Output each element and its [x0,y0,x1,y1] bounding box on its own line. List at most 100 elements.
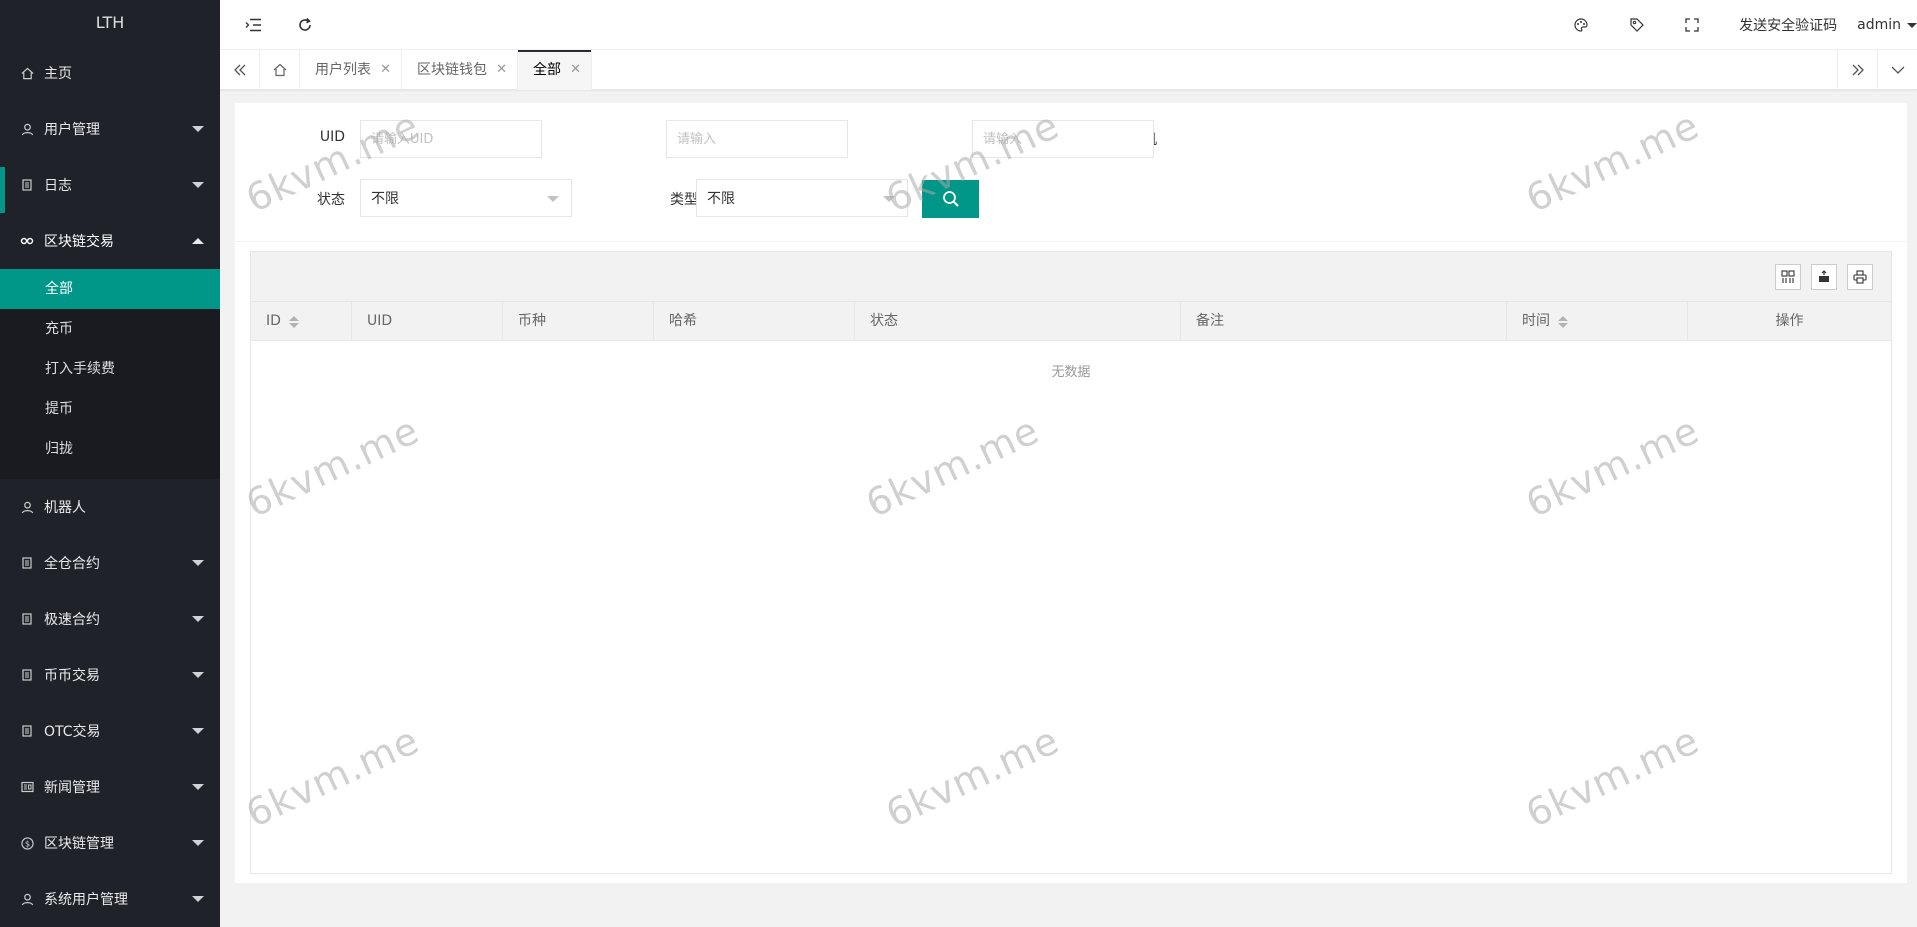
dollar-icon: $ [20,836,34,850]
search-button[interactable] [922,180,979,218]
status-select-value: 不限 [371,191,399,207]
close-icon[interactable]: ✕ [380,50,391,90]
column-header-uid: UID [352,302,503,341]
sidebar-item-cross-contract[interactable]: 全仓合约 [0,535,220,591]
column-header-status: 状态 [855,302,1181,341]
sidebar-item-label: 区块链管理 [44,836,114,852]
sidebar-item-logs[interactable]: 日志 [0,157,220,213]
tab-user-list[interactable]: 用户列表 ✕ [300,50,402,90]
svg-text:$: $ [24,838,29,848]
print-icon [1853,270,1867,284]
print-button[interactable] [1847,264,1873,290]
user-icon [20,122,34,136]
tab-label: 全部 [533,62,561,78]
chevron-down-icon [192,840,204,846]
refresh-button[interactable] [290,0,320,50]
theme-button[interactable] [1573,17,1589,33]
menu-fold-icon [245,18,261,32]
column-header-time[interactable]: 时间 [1507,302,1688,341]
sidebar-item-label: OTC交易 [44,724,101,740]
header-right: 发送安全验证码 admin [1553,0,1917,50]
sidebar-subitem-withdraw[interactable]: 提币 [0,389,220,429]
sidebar-item-otc-trade[interactable]: OTC交易 [0,703,220,759]
sidebar-item-label: 日志 [44,178,72,194]
document-icon [20,668,34,682]
sidebar-item-system-users[interactable]: 系统用户管理 [0,871,220,927]
sidebar-item-fast-contract[interactable]: 极速合约 [0,591,220,647]
sidebar-subitem-fee[interactable]: 打入手续费 [0,349,220,389]
sidebar-item-news[interactable]: 新闻管理 [0,759,220,815]
status-select[interactable]: 不限 [360,179,572,217]
double-chevron-left-icon [233,64,245,76]
link-icon [20,234,34,248]
sidebar-item-user-management[interactable]: 用户管理 [0,101,220,157]
type-select[interactable]: 不限 [696,179,908,217]
select-caret-icon [883,196,895,202]
sidebar-item-blockchain-trade[interactable]: 区块链交易 [0,213,220,269]
table-header: ID UID 币种 哈希 状态 备注 时间 操作 [251,302,1891,341]
sidebar-subitem-collect[interactable]: 归拢 [0,429,220,469]
news-icon [20,780,34,794]
uid-label: UID [319,129,345,145]
chevron-down-icon [192,560,204,566]
send-security-code-button[interactable]: 发送安全验证码 [1739,15,1837,35]
sidebar-item-spot-trade[interactable]: 币币交易 [0,647,220,703]
column-header-id[interactable]: ID [251,302,352,341]
tab-blockchain-wallet[interactable]: 区块链钱包 ✕ [402,50,518,90]
sort-icon[interactable] [1558,315,1568,328]
chevron-down-icon [192,728,204,734]
user-icon [20,892,34,906]
user-menu[interactable]: admin [1857,17,1917,33]
tab-label: 区块链钱包 [417,62,487,78]
sidebar-item-blockchain-management[interactable]: $ 区块链管理 [0,815,220,871]
refresh-icon [299,17,311,31]
email-input[interactable] [666,120,848,158]
sidebar-item-label: 机器人 [44,500,86,516]
uid-input[interactable] [360,120,542,158]
document-icon [20,556,34,570]
username: admin [1857,17,1901,33]
tab-all[interactable]: 全部 ✕ [518,50,592,90]
filter-form: UID 邮箱 手机 状态 不限 类型 不限 [235,103,1907,242]
sidebar-item-label: 新闻管理 [44,780,100,796]
column-header-currency: 币种 [503,302,654,341]
tag-icon [1630,18,1644,32]
fullscreen-icon [1685,18,1699,32]
data-table: ID UID 币种 哈希 状态 备注 时间 操作 无数据 [250,251,1892,874]
tab-scroll-right-button[interactable] [1837,50,1877,90]
chevron-down-icon [192,672,204,678]
chevron-down-icon [192,896,204,902]
close-icon[interactable]: ✕ [496,50,507,90]
columns-icon [1781,270,1795,283]
close-icon[interactable]: ✕ [570,50,581,90]
type-select-value: 不限 [707,191,735,207]
chevron-down-icon [1891,66,1904,74]
export-button[interactable] [1811,264,1837,290]
content-card: UID 邮箱 手机 状态 不限 类型 不限 [235,103,1907,883]
sidebar-item-label: 区块链交易 [44,234,114,250]
sidebar-item-label: 主页 [44,66,72,82]
document-icon [20,724,34,738]
status-label: 状态 [317,192,345,208]
sidebar-subitem-all[interactable]: 全部 [0,269,220,309]
sidebar-subitem-deposit[interactable]: 充币 [0,309,220,349]
tab-bar: 用户列表 ✕ 区块链钱包 ✕ 全部 ✕ [220,50,1917,90]
caret-down-icon [1907,22,1917,28]
column-filter-button[interactable] [1775,264,1801,290]
tab-menu-button[interactable] [1877,50,1917,90]
menu-toggle-button[interactable] [238,0,268,50]
chevron-down-icon [192,616,204,622]
sidebar-item-robot[interactable]: 机器人 [0,479,220,535]
phone-input[interactable] [972,120,1154,158]
column-title: ID [266,313,281,329]
tab-home[interactable] [260,50,300,90]
sidebar-submenu: 全部 充币 打入手续费 提币 归拢 [0,269,220,479]
fullscreen-button[interactable] [1685,18,1699,32]
chevron-down-icon [192,182,204,188]
sort-icon[interactable] [288,315,299,328]
tab-label: 用户列表 [315,62,371,78]
sidebar-item-label: 极速合约 [44,612,100,628]
sidebar-item-home[interactable]: 主页 [0,45,220,101]
tag-button[interactable] [1629,17,1645,33]
tab-scroll-left-button[interactable] [220,50,260,90]
